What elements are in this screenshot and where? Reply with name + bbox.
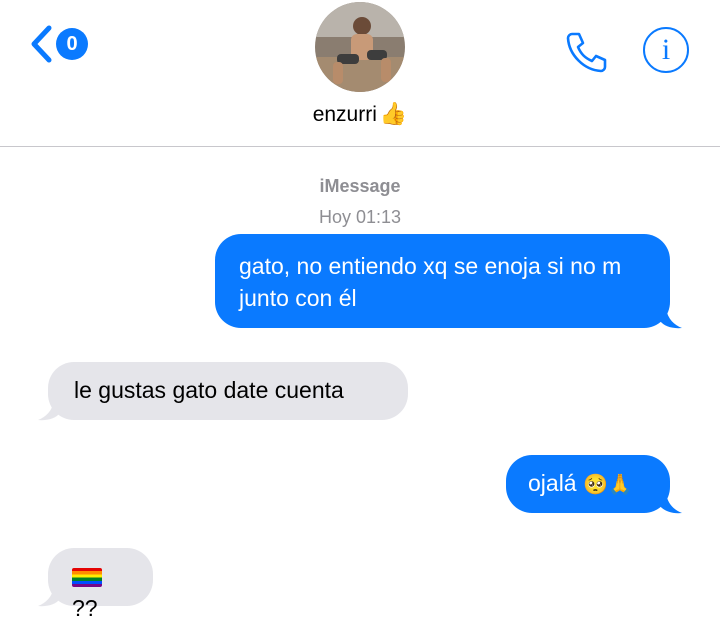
chevron-left-icon: [31, 25, 52, 63]
thumbs-up-emoji: 👍: [379, 102, 408, 127]
message-text: ??: [72, 595, 98, 621]
message-text: le gustas gato date cuenta: [74, 377, 344, 403]
contact-avatar[interactable]: [315, 2, 405, 92]
message-bubble-sent[interactable]: ojalá 🥺🙏: [506, 455, 670, 513]
back-button[interactable]: 0: [28, 24, 88, 64]
pleading-pray-emoji: 🥺🙏: [583, 472, 633, 496]
info-icon[interactable]: i: [643, 27, 689, 73]
service-label: iMessage: [319, 176, 401, 196]
contact-name[interactable]: enzurri 👍: [0, 102, 720, 127]
rainbow-flag-emoji: [72, 568, 102, 587]
message-text: ojalá: [528, 470, 577, 496]
unread-count-badge: 0: [56, 28, 88, 60]
conversation-header: 0 enzurri 👍 i: [0, 0, 720, 147]
message-bubble-received[interactable]: ??: [48, 548, 153, 621]
message-text: gato, no entiendo xq se enoja si no m ju…: [239, 253, 622, 311]
message-bubble-received[interactable]: le gustas gato date cuenta: [48, 362, 408, 420]
bubble-tail: [38, 401, 60, 421]
avatar-photo: [315, 2, 405, 92]
phone-icon[interactable]: [562, 28, 610, 76]
bubble-tail: [660, 309, 682, 329]
bubble-tail: [38, 587, 60, 607]
contact-name-text: enzurri: [312, 102, 377, 126]
thread-timestamp: Hoy 01:13: [318, 207, 402, 227]
bubble-tail: [660, 494, 682, 514]
message-bubble-sent[interactable]: gato, no entiendo xq se enoja si no m ju…: [215, 234, 670, 328]
